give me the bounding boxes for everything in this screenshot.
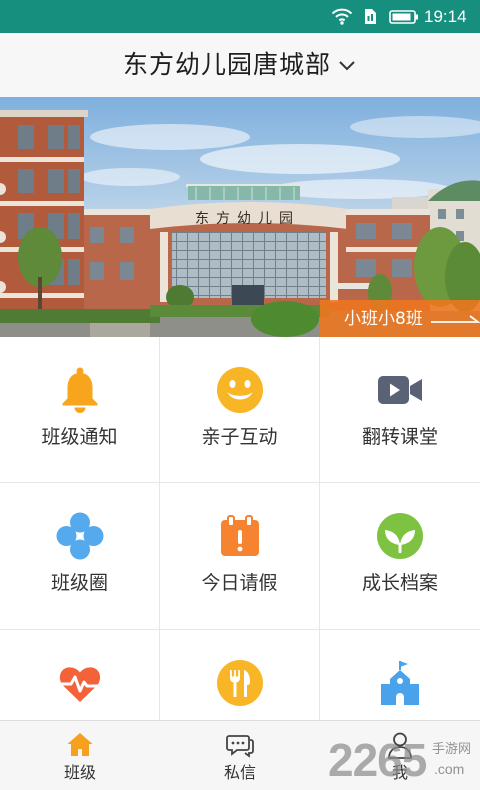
tab-class[interactable]: 班级	[0, 721, 160, 790]
building-sign-text: 东方幼儿园	[195, 211, 300, 227]
grid-item-label: 班级通知	[41, 426, 118, 448]
grid-item-label: 今日请假	[201, 572, 278, 594]
calendar-alert-icon	[221, 515, 259, 556]
parent-child-button[interactable]: 亲子互动	[160, 337, 320, 483]
chevron-down-icon[interactable]	[337, 55, 357, 75]
class-name: 小班小8班	[344, 308, 423, 329]
grid-item-label: 成长档案	[361, 572, 438, 594]
leave-request-button[interactable]: 今日请假	[160, 483, 320, 630]
chat-icon	[226, 735, 254, 758]
school-icon	[381, 661, 419, 705]
battery-icon	[389, 10, 418, 24]
wifi-icon	[331, 8, 353, 25]
fork-knife-icon	[217, 660, 263, 706]
video-camera-icon	[378, 376, 422, 404]
sprout-icon	[377, 513, 423, 559]
tab-label: 私信	[223, 763, 256, 782]
feature-grid: 班级通知 亲子互动 翻转课堂 班级圈 今日请假 成长档案	[0, 337, 480, 720]
sim-card-icon	[365, 9, 376, 24]
bell-icon	[62, 367, 98, 413]
bottom-tab-bar: 班级 私信 我	[0, 720, 480, 790]
heart-pulse-icon	[57, 667, 103, 702]
grid-item-label: 翻转课堂	[361, 426, 438, 448]
school-selector[interactable]: 东方幼儿园唐城部	[0, 33, 480, 97]
long-arrow-right-icon	[430, 314, 480, 323]
tab-label: 班级	[63, 763, 96, 782]
growth-record-button[interactable]: 成长档案	[320, 483, 480, 630]
health-button[interactable]	[0, 630, 160, 720]
grid-item-label: 亲子互动	[201, 426, 278, 448]
grid-item-label: 班级圈	[50, 572, 108, 594]
tab-messages[interactable]: 私信	[160, 721, 320, 790]
person-icon	[388, 732, 412, 759]
smiley-icon	[217, 367, 263, 413]
class-switch-button[interactable]: 小班小8班	[320, 300, 480, 337]
class-circle-button[interactable]: 班级圈	[0, 483, 160, 630]
flower-icon	[56, 512, 104, 560]
tab-label: 我	[391, 763, 408, 782]
flipped-classroom-button[interactable]: 翻转课堂	[320, 337, 480, 483]
page-title[interactable]: 东方幼儿园唐城部	[123, 50, 331, 80]
tab-me[interactable]: 我	[320, 721, 480, 790]
status-bar: 19:14	[0, 0, 480, 33]
meals-button[interactable]	[160, 630, 320, 720]
home-icon	[67, 733, 93, 756]
clock-time: 19:14	[424, 7, 467, 26]
school-info-button[interactable]	[320, 630, 480, 720]
class-notice-button[interactable]: 班级通知	[0, 337, 160, 483]
banner: 东方幼儿园 小班小8班	[0, 97, 480, 337]
left-building	[0, 110, 88, 321]
